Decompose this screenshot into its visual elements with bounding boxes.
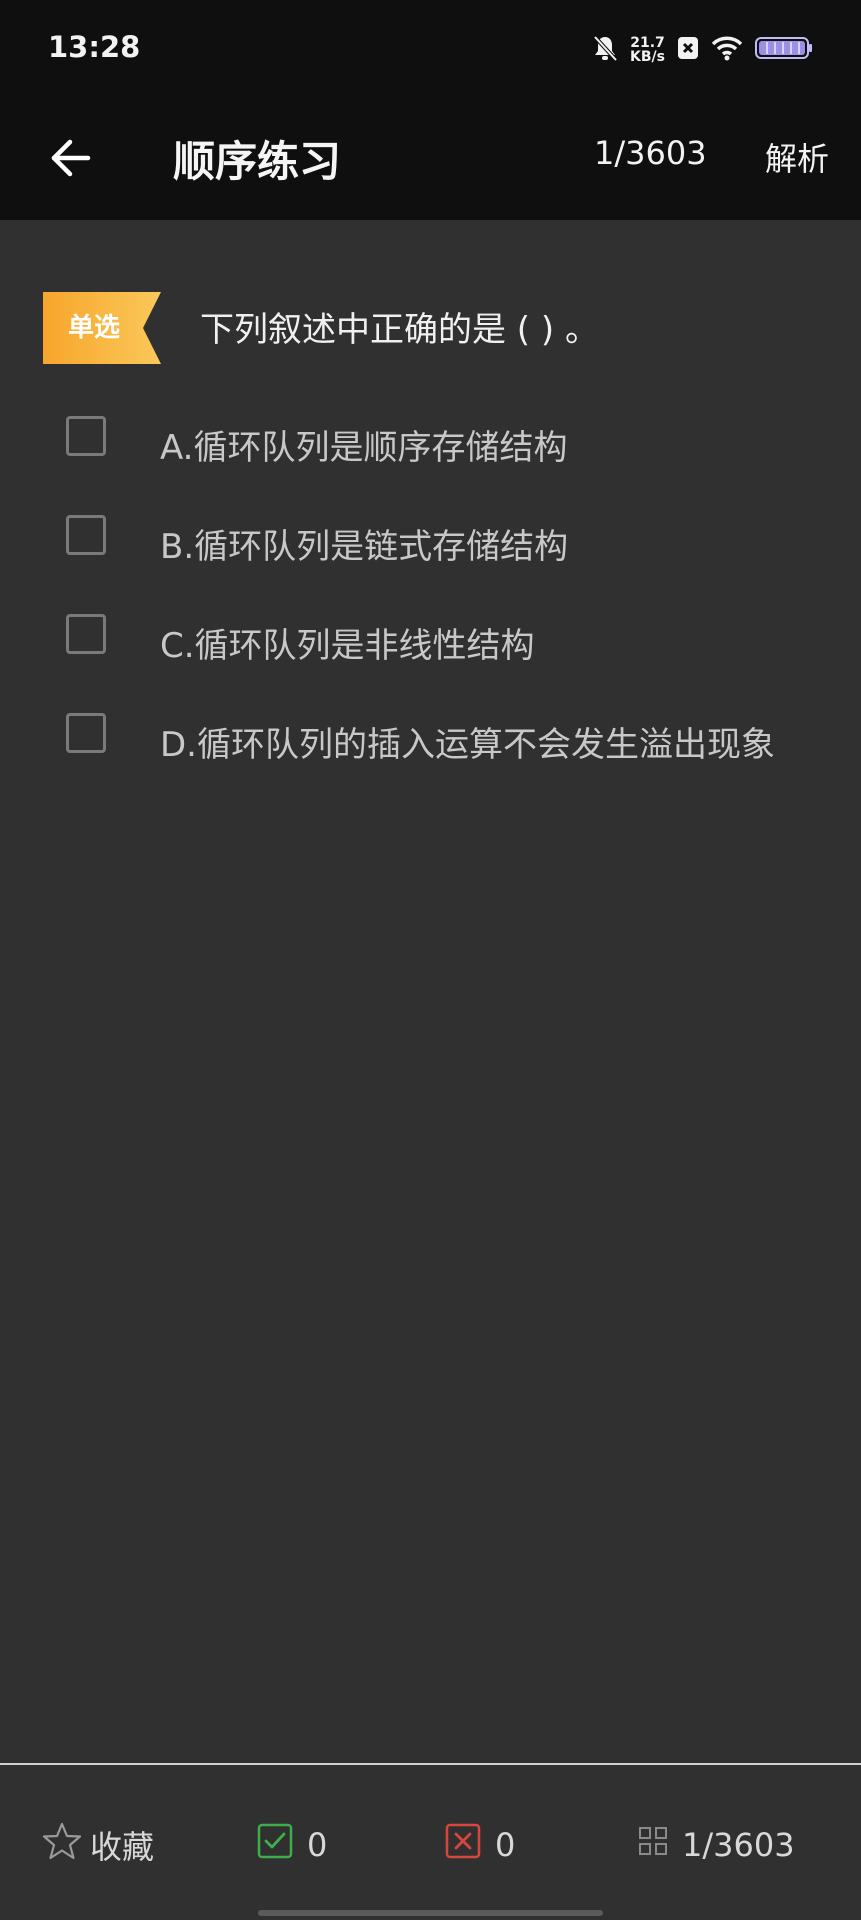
net-speed-unit: KB/s [630, 49, 665, 65]
wifi-icon [711, 35, 743, 65]
correct-counter[interactable]: 0 [257, 1823, 328, 1867]
bottom-bar: 收藏 0 0 1/3603 [0, 1765, 861, 1920]
status-icons: 21.7 KB/s [592, 32, 813, 68]
option-checkbox[interactable] [66, 614, 106, 654]
wrong-counter[interactable]: 0 [445, 1823, 516, 1867]
close-box-icon [677, 36, 699, 64]
favorite-button[interactable]: 收藏 [42, 1822, 155, 1866]
option-text: C.循环队列是非线性结构 [160, 626, 535, 666]
wrong-count: 0 [495, 1826, 516, 1864]
home-indicator [258, 1910, 603, 1916]
net-speed-value: 21.7 [630, 35, 665, 51]
back-arrow-icon [48, 138, 92, 182]
favorite-label: 收藏 [90, 1828, 155, 1866]
net-speed: 21.7 KB/s [630, 36, 665, 64]
question-type-badge: 单选 [43, 292, 161, 364]
question-progress: 1/3603 [594, 134, 707, 172]
question-stem: 下列叙述中正确的是 ( ) 。 [200, 310, 599, 350]
app-bar: 顺序练习 1/3603 解析 [0, 100, 861, 220]
star-icon [42, 1821, 82, 1869]
status-bar: 13:28 21.7 KB/s [0, 0, 861, 100]
correct-check-icon [257, 1823, 293, 1867]
battery-icon [755, 36, 813, 64]
bell-off-icon [592, 34, 618, 66]
option-checkbox[interactable] [66, 515, 106, 555]
analysis-button[interactable]: 解析 [765, 134, 829, 180]
question-type-label: 单选 [67, 313, 120, 343]
back-button[interactable] [40, 130, 100, 190]
option-checkbox[interactable] [66, 713, 106, 753]
page-title: 顺序练习 [173, 137, 342, 186]
status-time: 13:28 [48, 30, 141, 64]
grid-progress: 1/3603 [682, 1826, 795, 1864]
grid-icon [638, 1826, 668, 1864]
correct-count: 0 [307, 1826, 328, 1864]
option-text: A.循环队列是顺序存储结构 [160, 428, 568, 468]
question-area: 单选 下列叙述中正确的是 ( ) 。 A.循环队列是顺序存储结构 B.循环队列是… [0, 220, 861, 1765]
option-checkbox[interactable] [66, 416, 106, 456]
question-grid-button[interactable]: 1/3603 [638, 1825, 795, 1865]
option-text: D.循环队列的插入运算不会发生溢出现象 [160, 725, 775, 765]
option-text: B.循环队列是链式存储结构 [160, 527, 569, 567]
wrong-x-icon [445, 1823, 481, 1867]
